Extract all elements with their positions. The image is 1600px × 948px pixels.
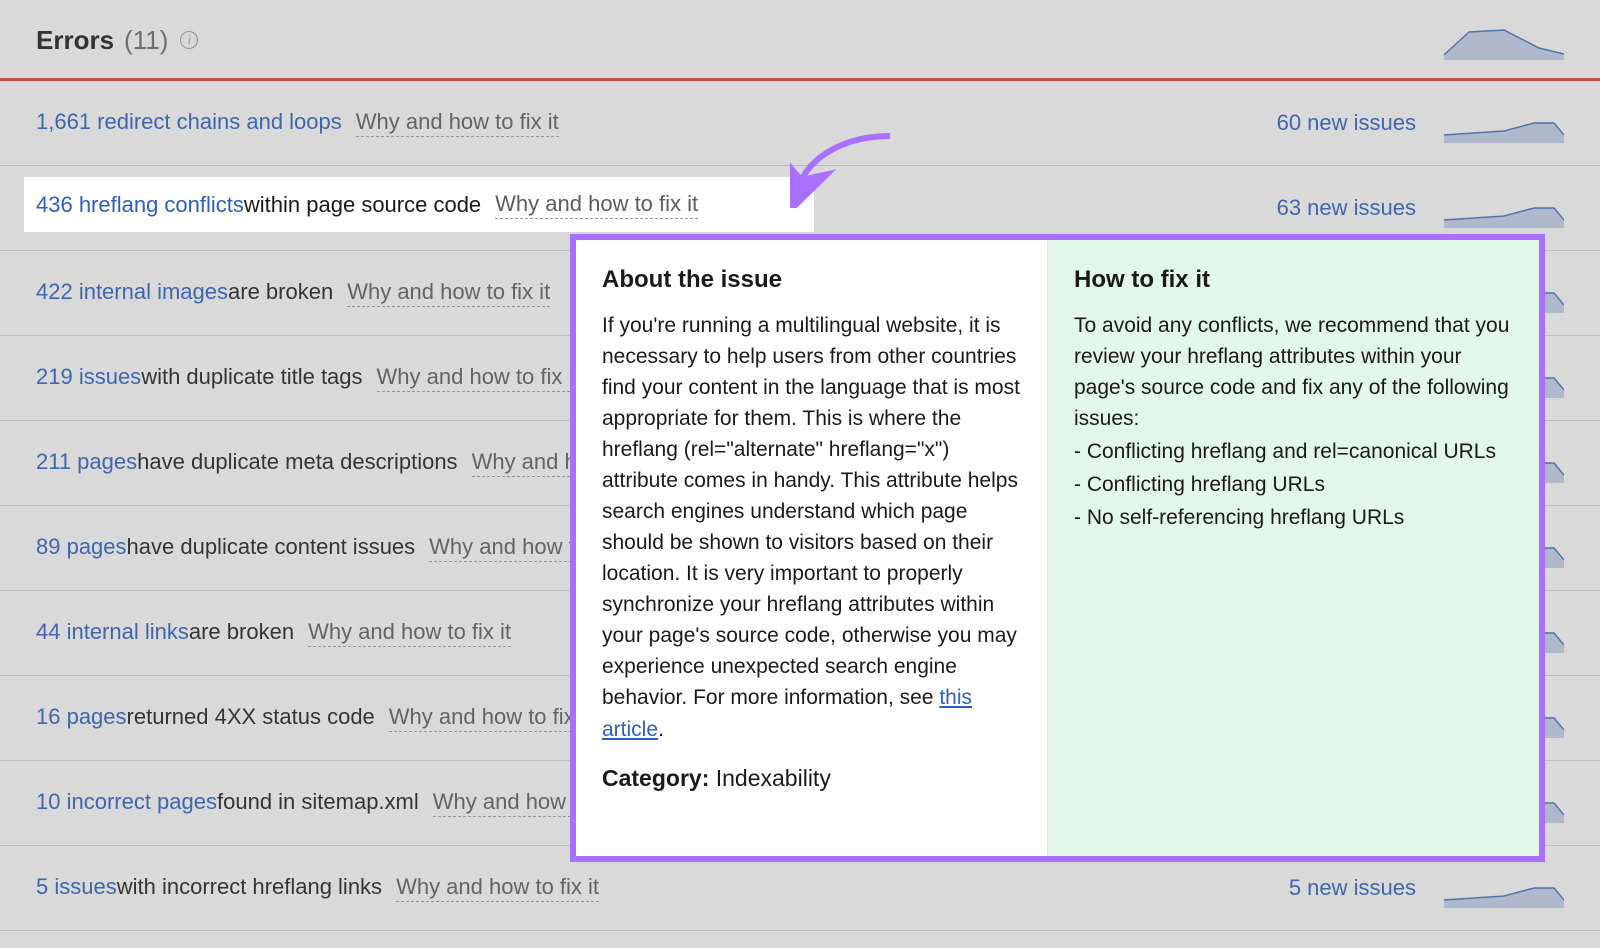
row-sparkline: [1444, 868, 1564, 908]
row-sparkline: [1444, 188, 1564, 228]
category-line: Category: Indexability: [602, 761, 1021, 795]
issue-link[interactable]: 5 issues: [36, 874, 117, 900]
new-issues-link[interactable]: 60 new issues: [1277, 110, 1416, 136]
issue-link[interactable]: 44 internal links: [36, 619, 189, 645]
header-sparkline: [1444, 20, 1564, 60]
issue-link[interactable]: 211 pages: [36, 449, 137, 475]
why-and-how-link[interactable]: Why and how to fix it: [308, 619, 511, 647]
why-and-how-link[interactable]: Why and how to fix it: [389, 704, 592, 732]
fix-heading: How to fix it: [1074, 262, 1513, 298]
issue-suffix: have duplicate content issues: [127, 534, 416, 560]
highlighted-row[interactable]: 436 hreflang conflicts within page sourc…: [24, 177, 814, 232]
issue-line: 10 incorrect pages found in sitemap.xmlW…: [36, 789, 636, 817]
issue-suffix: are broken: [228, 279, 333, 305]
about-body: If you're running a multilingual website…: [602, 310, 1021, 745]
issue-suffix: returned 4XX status code: [127, 704, 375, 730]
errors-header: Errors (11) i: [0, 0, 1600, 81]
issue-link[interactable]: 16 pages: [36, 704, 127, 730]
fix-list: - Conflicting hreflang and rel=canonical…: [1074, 436, 1513, 533]
issue-suffix: found in sitemap.xml: [217, 789, 419, 815]
why-and-how-link[interactable]: Why and how to fix it: [347, 279, 550, 307]
why-and-how-link[interactable]: Why and how to fix it: [377, 364, 580, 392]
fix-item: - Conflicting hreflang URLs: [1074, 469, 1513, 500]
info-icon[interactable]: i: [180, 31, 198, 49]
highlighted-issue-suffix: within page source code: [244, 192, 481, 218]
fix-column: How to fix it To avoid any conflicts, we…: [1048, 240, 1539, 856]
issue-link[interactable]: 1,661 redirect chains and loops: [36, 109, 342, 135]
issue-line: 89 pages have duplicate content issuesWh…: [36, 534, 632, 562]
row-right: 60 new issues: [1277, 103, 1564, 143]
issue-line: 16 pages returned 4XX status code Why and…: [36, 704, 592, 732]
issue-link[interactable]: 422 internal images: [36, 279, 228, 305]
errors-count: (11): [124, 25, 168, 56]
why-and-how-link[interactable]: Why and how to fix it: [356, 109, 559, 137]
fix-item: - Conflicting hreflang and rel=canonical…: [1074, 436, 1513, 467]
why-and-how-link[interactable]: Why and how to fix it: [396, 874, 599, 902]
row-sparkline: [1444, 103, 1564, 143]
fix-intro: To avoid any conflicts, we recommend tha…: [1074, 310, 1513, 434]
new-issues-link[interactable]: 63 new issues: [1277, 195, 1416, 221]
issue-link[interactable]: 219 issues: [36, 364, 141, 390]
error-row[interactable]: 1,661 redirect chains and loops Why and h…: [0, 81, 1600, 166]
highlighted-issue-link[interactable]: 436 hreflang conflicts: [36, 192, 244, 218]
fix-item: - No self-referencing hreflang URLs: [1074, 502, 1513, 533]
why-and-how-link[interactable]: Why and how to fix it: [495, 191, 698, 219]
issue-suffix: with duplicate title tags: [141, 364, 362, 390]
issue-details-popover: About the issue If you're running a mult…: [570, 234, 1545, 862]
issue-line: 1,661 redirect chains and loops Why and h…: [36, 109, 559, 137]
category-value: Indexability: [709, 765, 830, 791]
row-right: 5 new issues: [1289, 868, 1564, 908]
issue-suffix: are broken: [189, 619, 294, 645]
category-label: Category:: [602, 765, 709, 791]
new-issues-link[interactable]: 5 new issues: [1289, 875, 1416, 901]
about-column: About the issue If you're running a mult…: [576, 240, 1048, 856]
issue-line: 5 issues with incorrect hreflang links Wh…: [36, 874, 599, 902]
issue-link[interactable]: 89 pages: [36, 534, 127, 560]
issue-line: 422 internal images are broken Why and ho…: [36, 279, 550, 307]
issue-suffix: with incorrect hreflang links: [117, 874, 382, 900]
row-right: 63 new issues: [1277, 188, 1564, 228]
issue-suffix: have duplicate meta descriptions: [137, 449, 457, 475]
about-heading: About the issue: [602, 262, 1021, 298]
errors-title: Errors: [36, 25, 114, 56]
issue-line: 219 issues with duplicate title tags Why …: [36, 364, 580, 392]
issue-line: 44 internal links are broken Why and how …: [36, 619, 511, 647]
issue-link[interactable]: 10 incorrect pages: [36, 789, 217, 815]
